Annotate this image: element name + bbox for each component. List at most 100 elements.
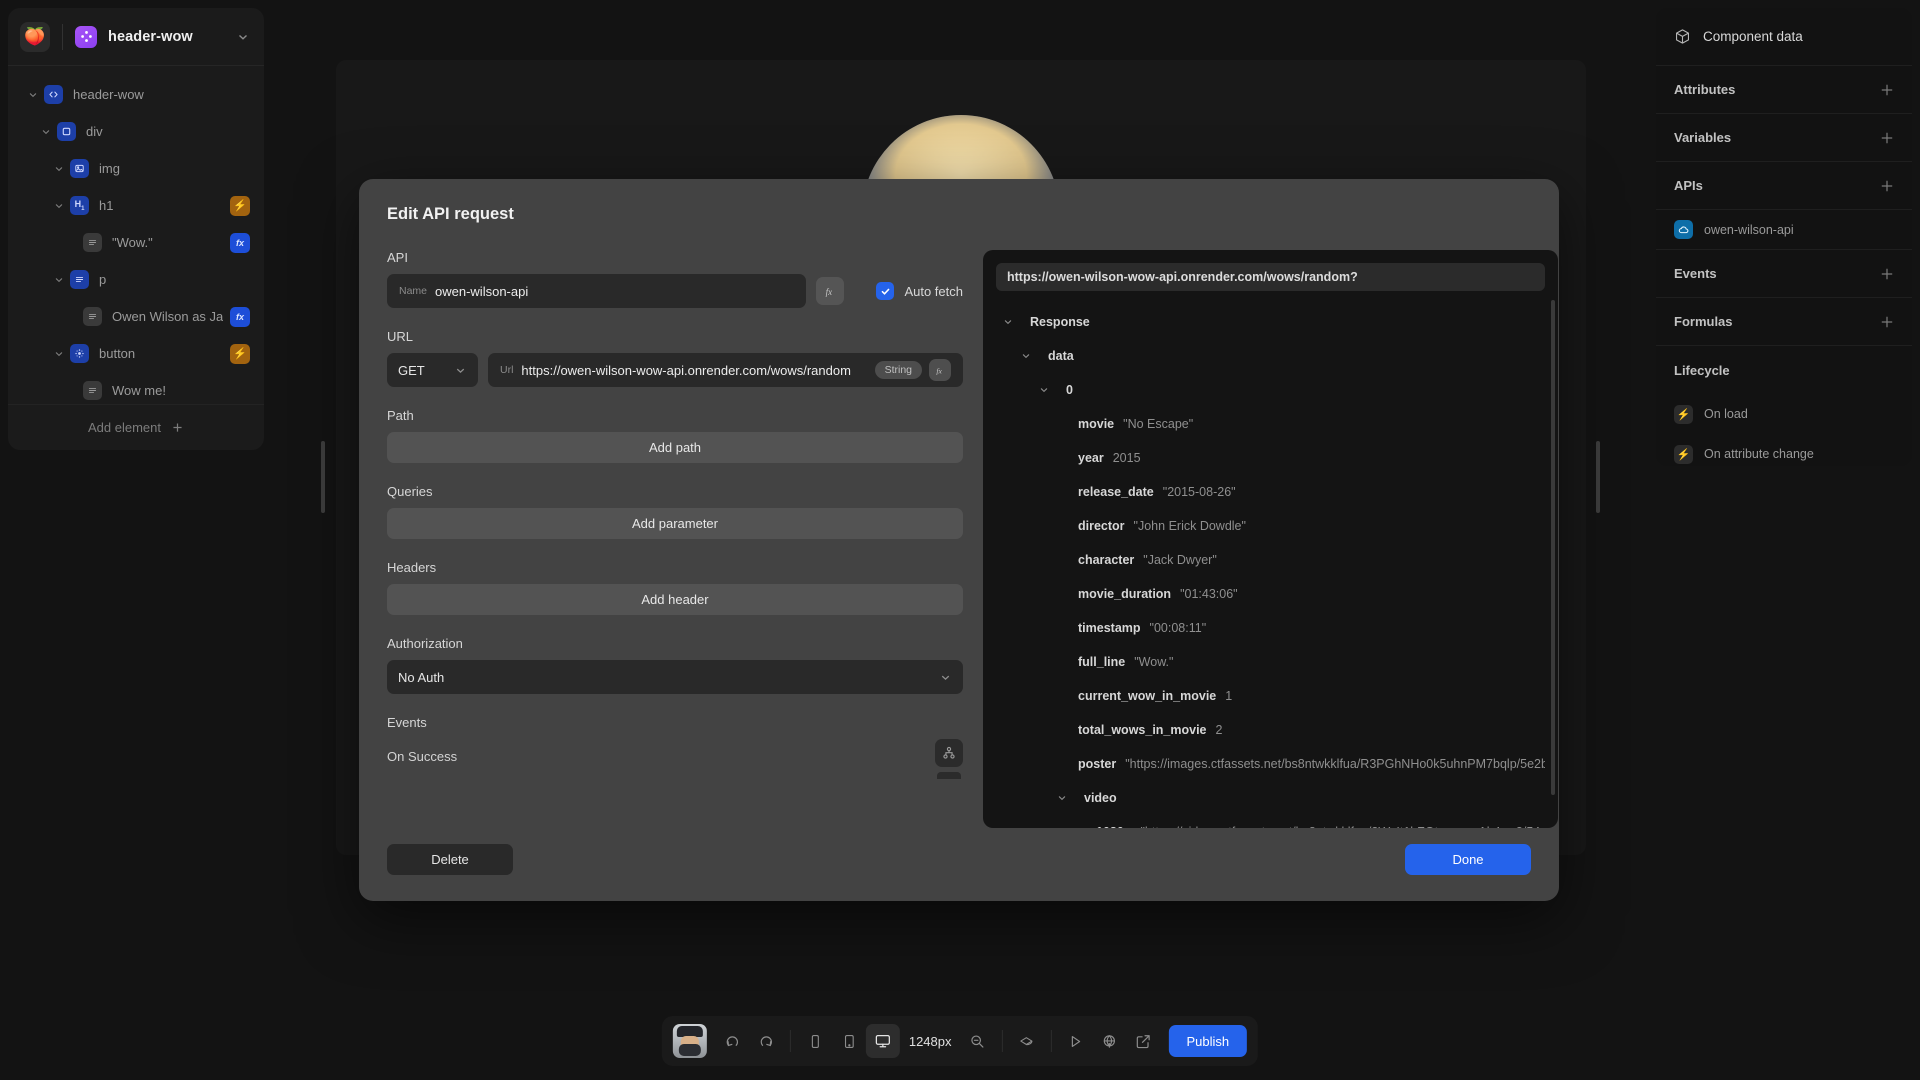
url-formula-button[interactable]: fx [929,359,951,381]
h1-icon: H1 [70,196,89,215]
tree-item-img[interactable]: img [8,150,264,187]
rp-api-item[interactable]: owen-wilson-api [1656,210,1912,250]
modal-body: API Name owen-wilson-api fx Auto fetch U… [387,250,1558,828]
rp-lifecycle-item[interactable]: ⚡ On attribute change [1656,434,1912,466]
add-element-button[interactable]: Add element [8,404,264,450]
formula-badge-icon[interactable]: fx [230,306,250,327]
plus-icon[interactable] [1880,267,1894,281]
tree-item-label: div [86,124,103,139]
chevron-down-icon[interactable] [48,158,70,180]
add-path-button[interactable]: Add path [387,432,963,463]
json-node[interactable]: current_wow_in_movie 1 [996,679,1545,713]
api-name-row: Name owen-wilson-api fx Auto fetch [387,274,963,308]
json-node[interactable]: character "Jack Dwyer" [996,543,1545,577]
rp-section-apis: APIs [1656,162,1912,210]
tree-item-label: p [99,272,107,287]
auto-fetch-label: Auto fetch [904,283,963,299]
json-node[interactable]: movie "No Escape" [996,407,1545,441]
tree-item-owen-wilson-as-ja[interactable]: Owen Wilson as Ja fx [8,298,264,335]
json-node[interactable]: data [996,339,1545,373]
done-button[interactable]: Done [1405,844,1531,875]
cloud-icon [1674,220,1693,239]
json-node[interactable]: director "John Erick Dowdle" [996,509,1545,543]
events-section-label: Events [387,715,427,730]
app-logo-icon[interactable]: 🍑 [20,21,50,52]
tree-item-wow-me[interactable]: Wow me! [8,372,264,404]
add-parameter-button[interactable]: Add parameter [387,508,963,539]
canvas-resize-handle-right[interactable] [1596,441,1600,513]
json-node[interactable]: timestamp "00:08:11" [996,611,1545,645]
json-key: full_line [1078,655,1126,669]
tree-item-div[interactable]: div [8,113,264,150]
json-node[interactable]: total_wows_in_movie 2 [996,713,1545,747]
authorization-select[interactable]: No Auth [387,660,963,694]
desktop-icon[interactable] [865,1024,900,1058]
chevron-down-icon[interactable] [48,269,70,291]
json-node[interactable]: Response [996,305,1545,339]
json-node[interactable]: full_line "Wow." [996,645,1545,679]
canvas-resize-handle-left[interactable] [321,441,325,513]
api-name-input[interactable]: Name owen-wilson-api [387,274,807,308]
chevron-down-icon[interactable] [1038,384,1054,396]
zoom-search-icon[interactable] [961,1024,995,1058]
url-input[interactable]: Url https://owen-wilson-wow-api.onrender… [488,353,963,387]
chevron-down-icon[interactable] [48,343,70,365]
mobile-icon[interactable] [798,1024,832,1058]
rp-section-label: Lifecycle [1674,362,1730,378]
auto-fetch-checkbox[interactable] [876,282,895,300]
http-method-select[interactable]: GET [387,353,478,387]
chevron-down-icon[interactable] [22,84,44,106]
plus-icon[interactable] [1880,179,1894,193]
json-node[interactable]: movie_duration "01:43:06" [996,577,1545,611]
chevron-down-icon[interactable] [1002,316,1018,328]
rp-lifecycle-item[interactable]: ⚡ On load [1656,394,1912,434]
external-link-icon[interactable] [1127,1024,1161,1058]
chevron-down-icon[interactable] [35,121,57,143]
rp-api-label: owen-wilson-api [1704,222,1794,237]
response-scrollbar[interactable] [1551,300,1555,795]
json-node[interactable]: 1080p "https://videos.ctfassets.net/bs8nt… [996,815,1545,828]
json-key: Response [1030,315,1090,329]
json-key: current_wow_in_movie [1078,689,1217,703]
plus-icon[interactable] [1880,315,1894,329]
chevron-down-icon[interactable] [48,195,70,217]
plus-icon[interactable] [1880,131,1894,145]
tree-item-wow[interactable]: "Wow." fx [8,224,264,261]
event-bolt-badge-icon[interactable]: ⚡ [230,343,250,364]
plus-icon[interactable] [1880,83,1894,97]
tablet-icon[interactable] [832,1024,866,1058]
svg-text:fx: fx [936,366,942,375]
layers-icon[interactable] [1010,1024,1044,1058]
json-node[interactable]: 0 [996,373,1545,407]
delete-button[interactable]: Delete [387,844,513,875]
event-bolt-badge-icon[interactable]: ⚡ [230,195,250,216]
on-success-flow-nodes-icon[interactable] [935,739,963,767]
redo-icon[interactable] [749,1024,783,1058]
json-node[interactable]: year 2015 [996,441,1545,475]
publish-button[interactable]: Publish [1168,1025,1248,1057]
undo-icon[interactable] [715,1024,749,1058]
auto-fetch-control[interactable]: Auto fetch [876,282,963,300]
json-node[interactable]: video [996,781,1545,815]
formula-badge-icon[interactable]: fx [230,232,250,253]
tree-item-header-wow[interactable]: header-wow [8,76,264,113]
user-avatar[interactable] [672,1024,707,1058]
tree-item-button[interactable]: button ⚡ [8,335,264,372]
plus-icon [171,421,184,434]
chevron-down-icon[interactable] [1056,792,1072,804]
json-value: "No Escape" [1123,417,1194,431]
project-bar: 🍑 header-wow [8,8,264,66]
tree-item-p[interactable]: p [8,261,264,298]
json-node[interactable]: release_date "2015-08-26" [996,475,1545,509]
tree-item-h1[interactable]: H1 h1 ⚡ [8,187,264,224]
globe-upload-icon[interactable] [1093,1024,1127,1058]
play-icon[interactable] [1059,1024,1093,1058]
chevron-down-icon[interactable] [236,30,250,44]
chevron-down-icon[interactable] [1020,350,1036,362]
api-name-formula-button[interactable]: fx [816,277,845,305]
project-name[interactable]: header-wow [108,29,193,45]
api-name-prefix-label: Name [399,285,428,297]
api-name-value: owen-wilson-api [435,283,529,299]
json-node[interactable]: poster "https://images.ctfassets.net/bs8n… [996,747,1545,781]
add-header-button[interactable]: Add header [387,584,963,615]
